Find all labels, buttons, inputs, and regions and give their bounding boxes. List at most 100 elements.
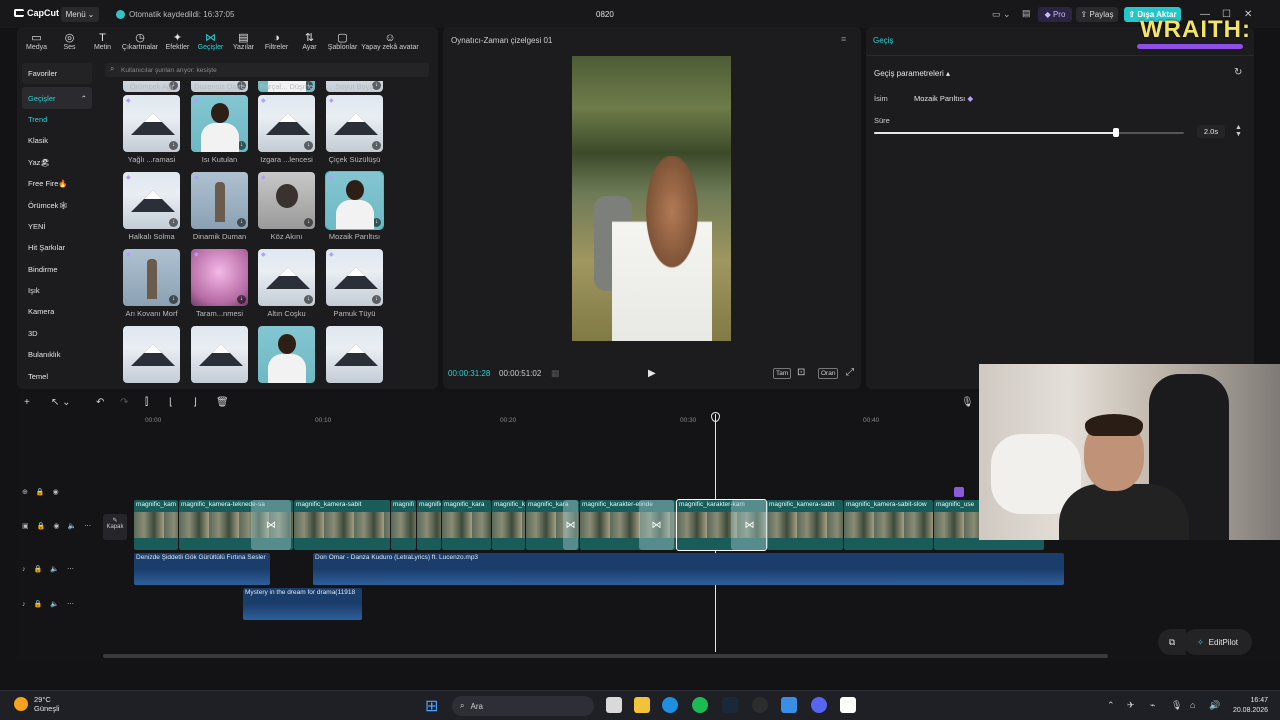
microphone-icon[interactable]: 🎙	[961, 397, 974, 408]
transition-thumbnail[interactable]: ◆ ↓	[325, 171, 384, 230]
download-icon[interactable]: ↓	[304, 295, 313, 304]
transition-thumbnail[interactable]: ◆ ↓	[123, 172, 180, 229]
transition-thumbnail[interactable]: ◆ ↓	[258, 95, 315, 152]
subcategory-item[interactable]: Trend	[22, 109, 92, 130]
video-clip[interactable]: magnific_kamera-sabit-slow	[844, 500, 933, 550]
more-icon[interactable]: ⋯	[67, 565, 74, 573]
download-icon[interactable]: ↓	[372, 141, 381, 150]
subcategory-item[interactable]: Temel	[22, 365, 92, 386]
transition-thumbnail[interactable]: ◆ ↓	[123, 95, 180, 152]
undo-icon[interactable]: ↶	[96, 397, 104, 408]
notepad-icon[interactable]	[781, 697, 797, 713]
subcategory-item[interactable]: Free Fire🔥	[22, 173, 92, 194]
transition-thumbnail[interactable]	[191, 326, 248, 383]
video-clip[interactable]: magnific_karakte	[492, 500, 525, 550]
video-clip[interactable]: magnific_kamera-sabit	[294, 500, 390, 550]
horizontal-scrollbar[interactable]	[103, 654, 1108, 658]
transition-thumbnail[interactable]: ◆ ↓	[326, 249, 383, 306]
eye-icon[interactable]: ◉	[53, 522, 59, 530]
tab-text[interactable]: T Metin	[86, 27, 119, 55]
delete-icon[interactable]: 🗑	[216, 397, 229, 408]
subcategory-item[interactable]: Bindirme	[22, 259, 92, 280]
download-icon[interactable]: ↓	[169, 295, 178, 304]
volume-icon[interactable]: 🔊	[1209, 700, 1220, 711]
eye-icon[interactable]: ◉	[53, 488, 59, 496]
transition-thumbnail[interactable]	[326, 326, 383, 383]
split-icon[interactable]: ⫿	[145, 397, 148, 408]
steam-icon[interactable]	[722, 697, 738, 713]
lock-icon[interactable]: 🔒	[34, 565, 43, 573]
subcategory-item[interactable]: YENİ	[22, 216, 92, 237]
tab-ai-avatar[interactable]: ☺ Yapay zekâ avatar	[359, 27, 421, 55]
effect-icon[interactable]: ⊕	[22, 488, 28, 496]
fullscreen-icon[interactable]: ⤢	[846, 367, 854, 378]
windows-start-icon[interactable]: ⊞	[425, 696, 438, 716]
weather-widget[interactable]: 29°C Güneşli	[14, 695, 59, 713]
edge-icon[interactable]	[662, 697, 678, 713]
effect-marker[interactable]	[954, 487, 964, 497]
duration-input[interactable]: 2.0s	[1197, 125, 1225, 138]
video-clip[interactable]: magnific_kam	[134, 500, 178, 550]
video-track-icon[interactable]: ▣	[22, 522, 29, 530]
transition-thumbnail[interactable]: ◆ ↓	[123, 249, 180, 306]
transition-marker[interactable]: ⋈	[639, 500, 674, 550]
transition-marker[interactable]: ⋈	[563, 500, 578, 550]
subcategory-item[interactable]: Klasik	[22, 130, 92, 151]
ratio-button[interactable]: Oran	[818, 368, 839, 379]
transition-thumbnail[interactable]: ◆ ↓	[258, 172, 315, 229]
feedback-icon[interactable]: ⧉	[1158, 629, 1186, 655]
tab-effects[interactable]: ✦ Efektler	[161, 27, 194, 55]
transition-thumbnail[interactable]	[123, 326, 180, 383]
transition-thumbnail[interactable]: ◆ ↓	[191, 249, 248, 306]
obs-icon[interactable]	[752, 697, 768, 713]
tab-sticker[interactable]: ◷ Çıkartmalar	[119, 27, 161, 55]
subcategory-item[interactable]: Yaz🏖	[22, 152, 92, 173]
battery-icon[interactable]: ⌁	[1150, 700, 1155, 711]
lock-icon[interactable]: 🔒	[36, 488, 45, 496]
task-view-icon[interactable]	[606, 697, 622, 713]
audio-track-icon[interactable]: ♪	[22, 566, 26, 573]
download-icon[interactable]: ↓	[372, 218, 381, 227]
download-icon[interactable]: ↓	[304, 218, 313, 227]
pro-button[interactable]: ◆ Pro	[1038, 7, 1072, 22]
transition-thumbnail[interactable]: ◆ ↓	[191, 172, 248, 229]
capcut-taskbar-icon[interactable]	[840, 697, 856, 713]
mic-tray-icon[interactable]: 🎙	[1171, 700, 1182, 711]
subcategory-item[interactable]: Hit Şarkılar	[22, 237, 92, 258]
video-clip[interactable]: magnific_kamera-sabit	[767, 500, 843, 550]
search-input[interactable]: ⌕ Kullanıcılar şunları arıyor: kesişte	[105, 63, 429, 77]
tab-transitions[interactable]: ⋈ Geçişler	[194, 27, 227, 55]
split-left-icon[interactable]: ⌊	[169, 397, 173, 408]
speaker-icon[interactable]: 🔈	[50, 565, 59, 573]
play-icon[interactable]: ▶	[648, 368, 656, 379]
player-menu-icon[interactable]: ≡	[841, 34, 846, 44]
stepper-icon[interactable]: ▲ ▼	[1235, 124, 1242, 138]
subcategory-item[interactable]: 3D	[22, 323, 92, 344]
share-button[interactable]: ⇪ Paylaş	[1076, 7, 1118, 22]
layout-icon[interactable]: ▭ ⌄	[992, 9, 1011, 20]
download-icon[interactable]: ↓	[237, 141, 246, 150]
tray-app-icon[interactable]: ✈	[1127, 700, 1135, 711]
redo-icon[interactable]: ↷	[120, 397, 128, 408]
tab-adjust[interactable]: ⇅ Ayar	[293, 27, 326, 55]
video-clip[interactable]: magnific_kara	[442, 500, 491, 550]
add-track-icon[interactable]: +	[24, 397, 30, 408]
cover-button[interactable]: ✎ Kapak	[103, 514, 127, 540]
transition-thumbnail[interactable]: ◆ ↓	[258, 249, 315, 306]
audio-clip[interactable]: Don Omar - Danza Kuduro (LetraLyrics) ft…	[313, 553, 1064, 585]
file-explorer-icon[interactable]	[634, 697, 650, 713]
more-icon[interactable]: ⋯	[67, 600, 74, 608]
transition-thumbnail[interactable]: ◆ ↓	[191, 95, 248, 152]
transition-marker[interactable]: ⋈	[251, 500, 291, 550]
audio-clip[interactable]: Denizde Şiddetli Gök Gürültülü Fırtına S…	[134, 553, 270, 585]
tab-filters[interactable]: ◑ Filtreler	[260, 27, 293, 55]
category-favorites[interactable]: Favoriler	[22, 63, 92, 85]
clock[interactable]: 16:47 20.08.2026	[1228, 696, 1268, 716]
audio-track-icon[interactable]: ♪	[22, 601, 26, 608]
params-section[interactable]: Geçiş parametreleri ▴	[874, 69, 950, 78]
chevron-up-icon[interactable]: ⌃	[1107, 700, 1115, 711]
grid-icon[interactable]: ▦	[551, 368, 560, 379]
lock-icon[interactable]: 🔒	[34, 600, 43, 608]
video-clip[interactable]: magnifi	[391, 500, 416, 550]
split-right-icon[interactable]: ⌋	[193, 397, 197, 408]
